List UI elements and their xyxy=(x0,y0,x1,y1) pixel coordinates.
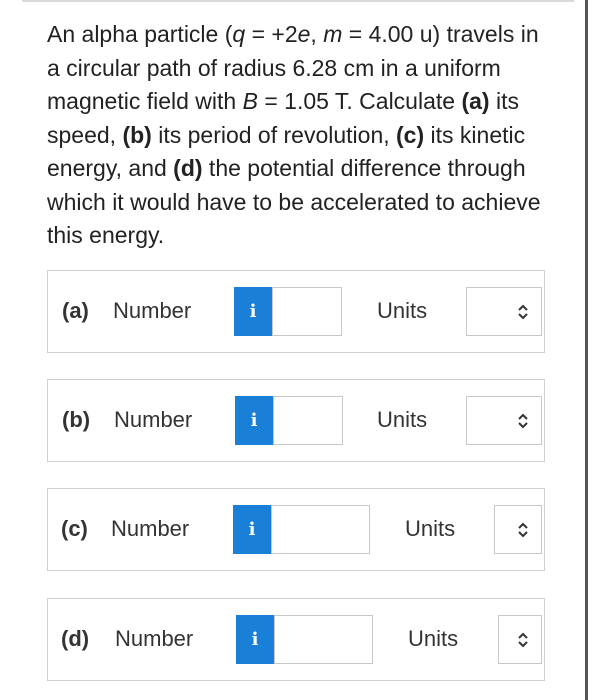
units-label: Units xyxy=(377,298,428,323)
info-button[interactable]: i xyxy=(233,505,271,554)
answer-row-b: (b) Number i Units xyxy=(47,379,545,462)
answer-row-d: (d) Number i Units xyxy=(47,598,545,681)
answer-row-c: (c) Number i Units xyxy=(47,488,545,571)
units-label: Units xyxy=(377,407,428,432)
number-label: Number xyxy=(114,407,193,432)
units-select[interactable] xyxy=(494,505,542,554)
answer-row-a: (a) Number i Units xyxy=(47,270,545,353)
units-label: Units xyxy=(405,516,456,541)
number-label: Number xyxy=(113,298,192,323)
info-icon: i xyxy=(251,629,259,650)
number-label: Number xyxy=(115,626,194,651)
units-select[interactable] xyxy=(466,287,542,336)
part-label: (a) xyxy=(62,298,89,323)
info-button[interactable]: i xyxy=(236,615,274,664)
chevron-up-down-icon xyxy=(518,632,528,647)
problem-statement: An alpha particle (q = +2e, m = 4.00 u) … xyxy=(47,21,541,248)
part-label: (d) xyxy=(61,626,90,651)
window-right-edge xyxy=(585,0,588,700)
chevron-up-down-icon xyxy=(518,522,528,537)
info-icon: i xyxy=(250,410,258,431)
chevron-up-down-icon xyxy=(518,304,528,319)
units-select[interactable] xyxy=(498,615,542,664)
number-input[interactable] xyxy=(274,615,373,664)
units-select[interactable] xyxy=(466,396,542,445)
part-label: (b) xyxy=(62,407,91,432)
number-input[interactable] xyxy=(273,396,343,445)
chevron-up-down-icon xyxy=(518,413,528,428)
info-button[interactable]: i xyxy=(235,396,273,445)
info-button[interactable]: i xyxy=(234,287,272,336)
info-icon: i xyxy=(248,519,256,540)
number-label: Number xyxy=(111,516,190,541)
number-input[interactable] xyxy=(271,505,370,554)
number-input[interactable] xyxy=(272,287,342,336)
top-divider xyxy=(22,0,574,2)
units-label: Units xyxy=(408,626,459,651)
part-label: (c) xyxy=(61,516,88,541)
info-icon: i xyxy=(249,301,257,322)
